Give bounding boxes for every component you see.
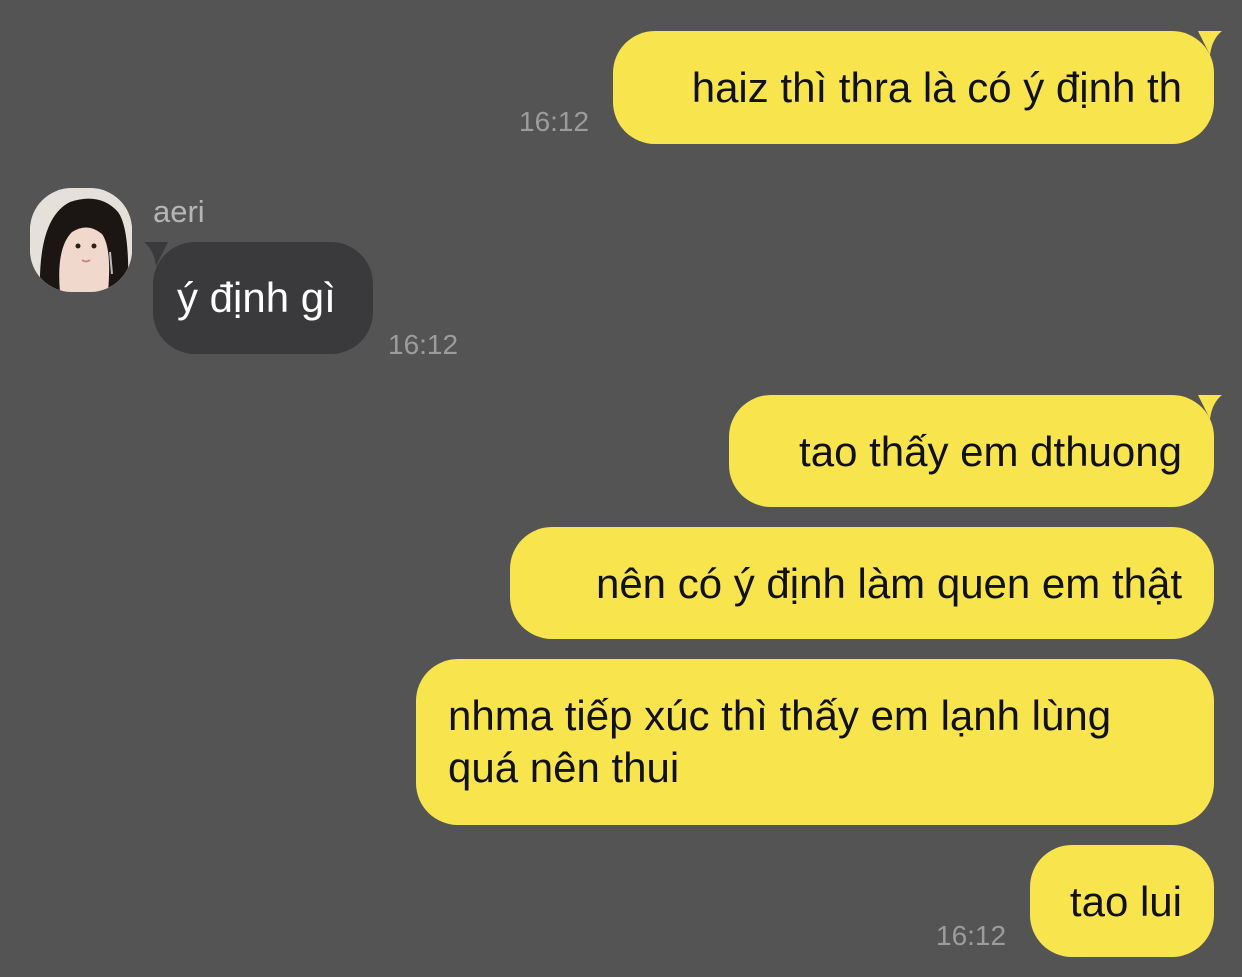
sender-name: aeri: [153, 194, 205, 229]
message-text: tao lui: [1069, 878, 1182, 925]
outgoing-message-bubble[interactable]: tao lui: [1030, 845, 1214, 957]
incoming-message-bubble[interactable]: ý định gì: [153, 242, 373, 354]
outgoing-message-bubble[interactable]: haiz thì thra là có ý định th: [613, 31, 1214, 144]
avatar-photo-icon: [30, 188, 132, 292]
outgoing-message-bubble[interactable]: nên có ý định làm quen em thật: [510, 527, 1214, 639]
message-timestamp: 16:12: [388, 329, 459, 360]
bubble-tail-icon: [1198, 395, 1222, 419]
message-text: tao thấy em dthuong: [799, 428, 1182, 475]
bubble-tail-icon: [1198, 31, 1222, 55]
outgoing-message-bubble[interactable]: nhma tiếp xúc thì thấy em lạnh lùng quá …: [416, 659, 1214, 825]
message-text: nên có ý định làm quen em thật: [595, 560, 1182, 607]
message-text: haiz thì thra là có ý định th: [691, 64, 1182, 111]
contact-avatar[interactable]: [30, 188, 132, 292]
bubble-tail-icon: [144, 242, 168, 266]
message-timestamp: 16:12: [936, 920, 1007, 951]
message-text: ý định gì: [177, 274, 336, 321]
message-text-line: nhma tiếp xúc thì thấy em lạnh lùng: [448, 692, 1112, 739]
outgoing-message-bubble[interactable]: tao thấy em dthuong: [729, 395, 1214, 507]
message-text-line: quá nên thui: [448, 744, 680, 791]
message-timestamp: 16:12: [519, 106, 590, 137]
